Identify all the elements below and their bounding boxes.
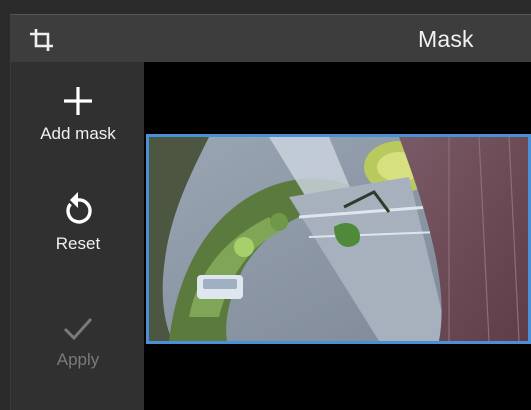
- reset-label: Reset: [55, 234, 101, 253]
- apply-label: Apply: [56, 350, 100, 369]
- image-canvas: [144, 62, 531, 410]
- reset-icon: [66, 192, 92, 224]
- window-title: Mask: [418, 26, 474, 52]
- mask-editor: Mask Add mask Reset Apply: [0, 0, 531, 410]
- apply-button[interactable]: Apply: [11, 314, 145, 370]
- mask-selection-region[interactable]: [146, 134, 531, 344]
- title-bar: Mask: [10, 14, 531, 62]
- crop-icon[interactable]: [28, 27, 56, 53]
- add-mask-label: Add mask: [40, 124, 116, 143]
- reset-button[interactable]: Reset: [11, 190, 145, 254]
- plus-icon: [64, 87, 92, 115]
- camera-preview-image: [149, 137, 528, 341]
- tool-sidebar: Add mask Reset Apply: [10, 62, 144, 410]
- check-icon: [63, 317, 93, 341]
- add-mask-button[interactable]: Add mask: [11, 84, 145, 144]
